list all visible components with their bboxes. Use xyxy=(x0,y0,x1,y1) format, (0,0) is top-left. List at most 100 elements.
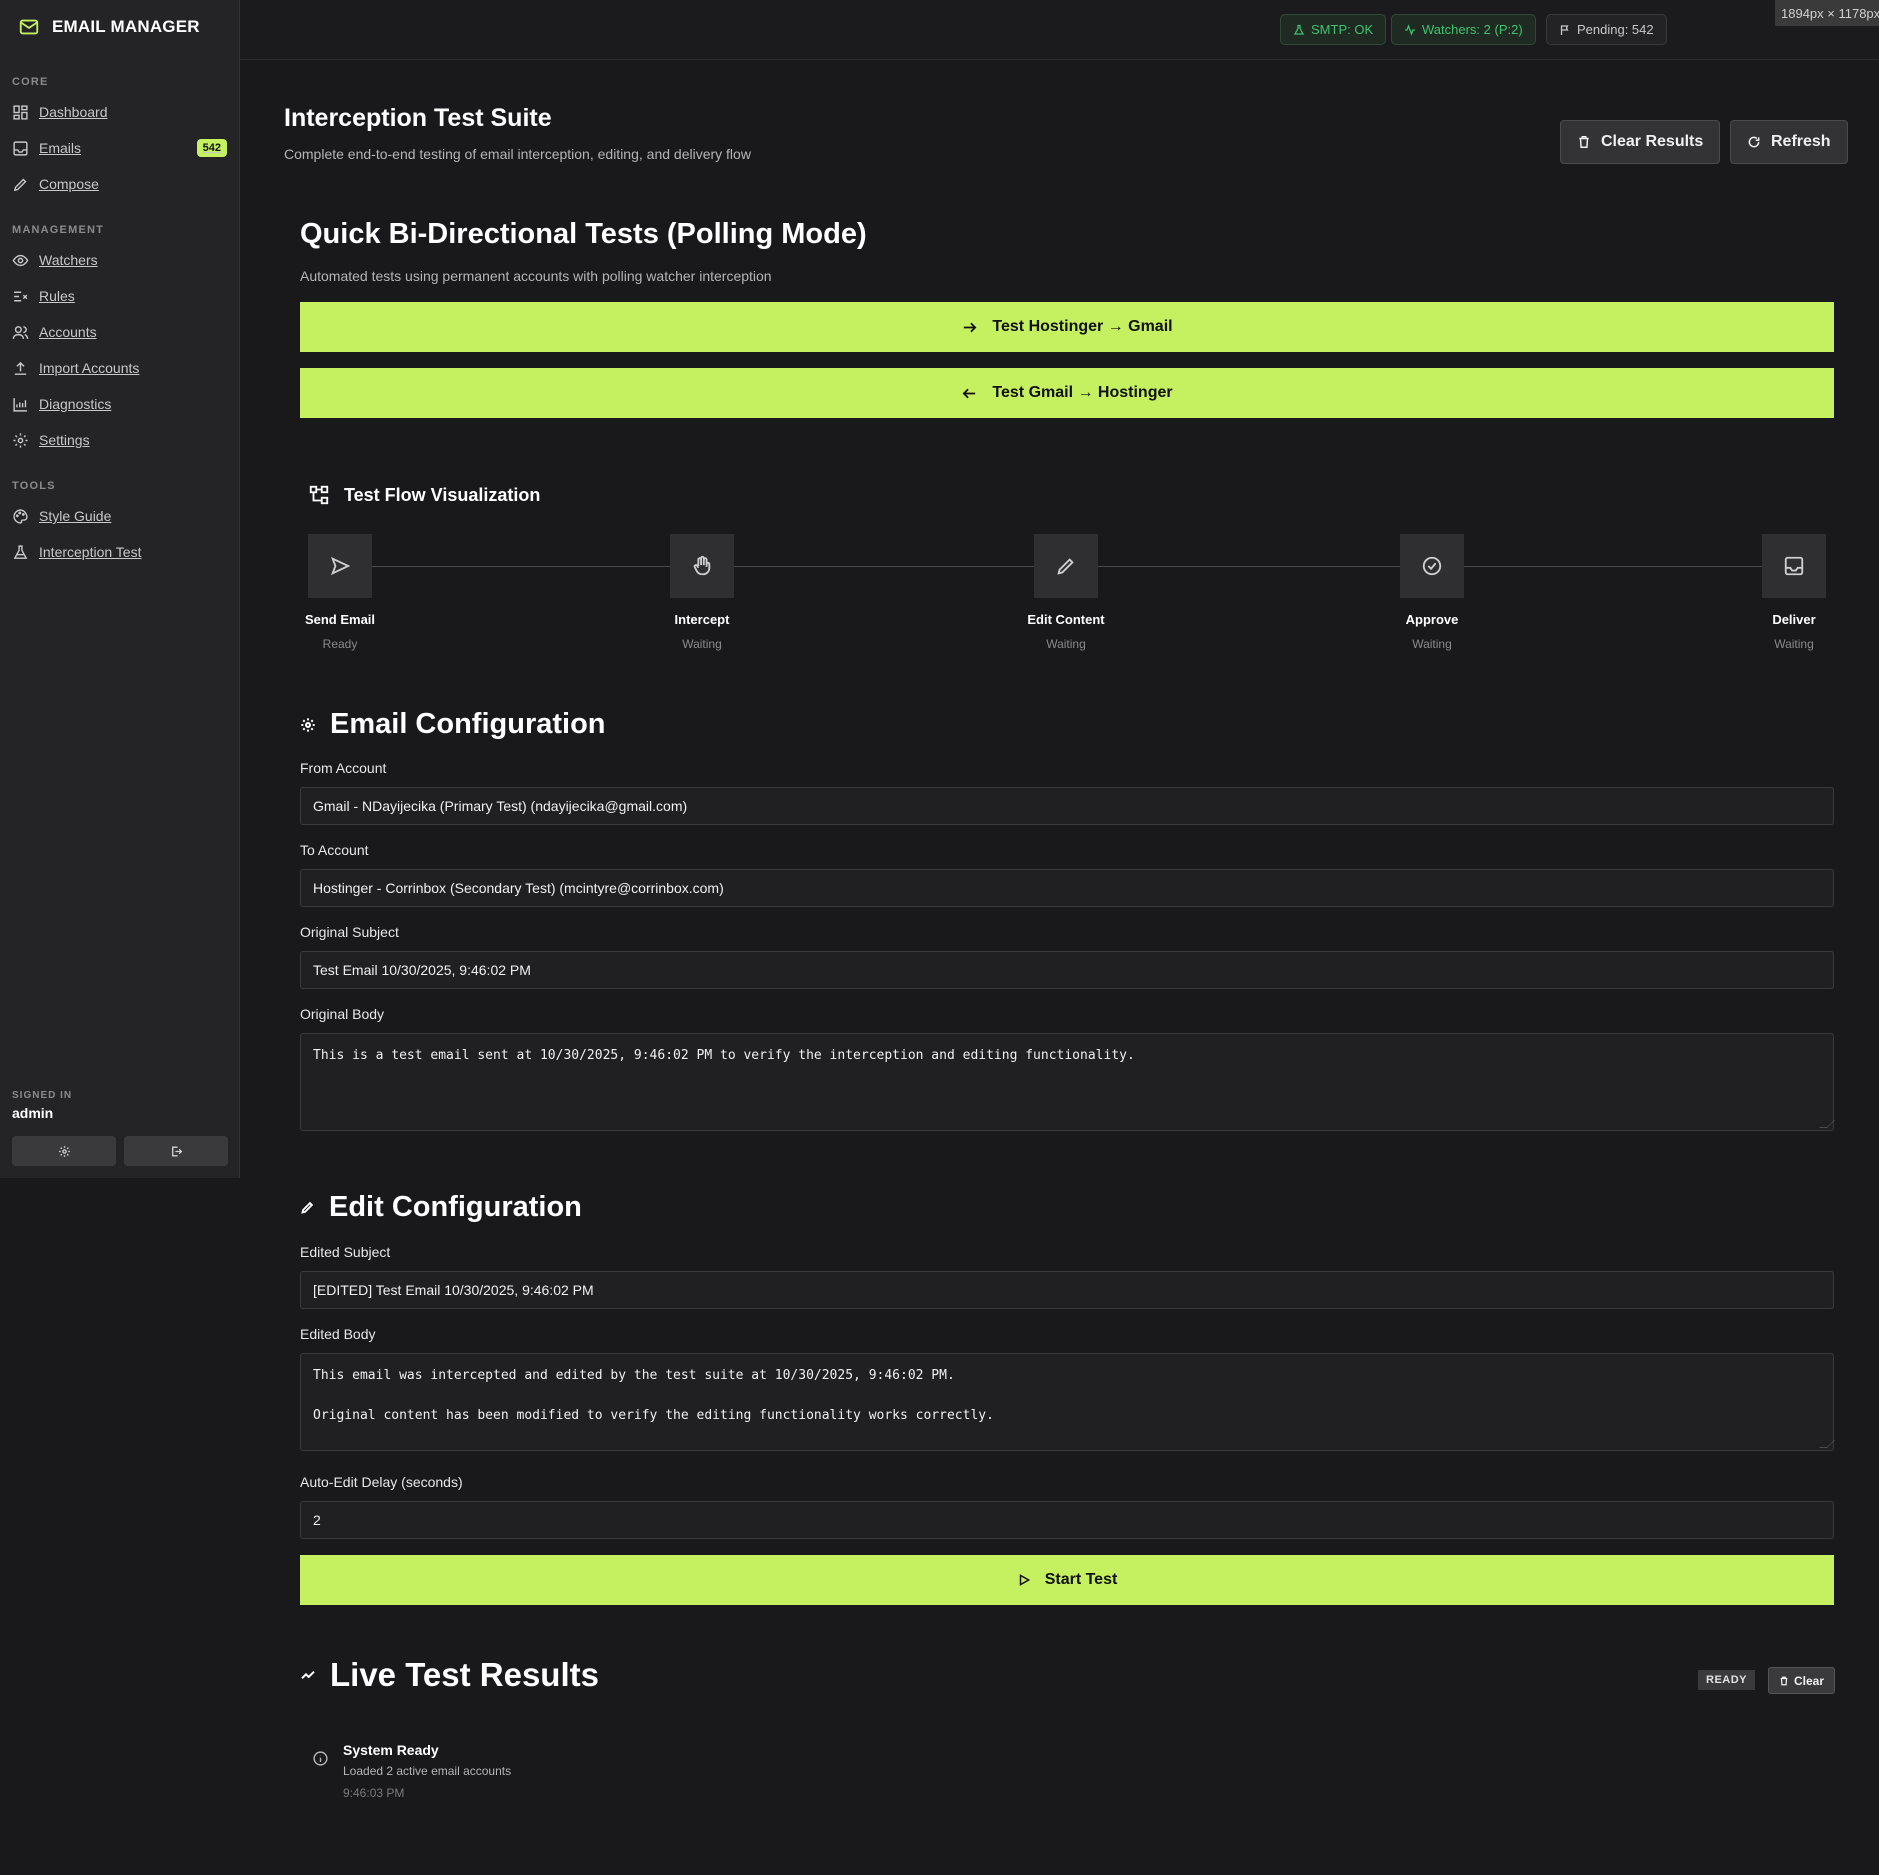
email-config-title: Email Configuration xyxy=(330,708,606,740)
brand[interactable]: EMAIL MANAGER xyxy=(0,0,239,54)
sidebar-item-dashboard[interactable]: Dashboard xyxy=(0,94,239,130)
flask-icon xyxy=(13,544,28,559)
nav-section-management: MANAGEMENT xyxy=(12,224,105,236)
rules-icon xyxy=(14,291,28,301)
sidebar-actions xyxy=(12,1136,228,1166)
sidebar-item-diagnostics[interactable]: Diagnostics xyxy=(0,386,239,422)
nav-section-core: CORE xyxy=(12,76,49,88)
signed-in-block: SIGNED IN admin xyxy=(12,1090,72,1121)
from-account-select[interactable]: Gmail - NDayijecika (Primary Test) (nday… xyxy=(300,787,1834,825)
watchers-status-chip[interactable]: Watchers: 2 (P:2) xyxy=(1391,14,1536,45)
topbar: SMTP: OK Watchers: 2 (P:2) Pending: 542 … xyxy=(240,0,1879,60)
original-subject-label: Original Subject xyxy=(300,924,399,940)
flow-title: Test Flow Visualization xyxy=(344,484,541,505)
sidebar-item-label: Compose xyxy=(39,176,99,192)
test-gmail-to-hostinger-button[interactable]: Test Gmail → Hostinger xyxy=(300,368,1834,418)
signed-in-caption: SIGNED IN xyxy=(12,1090,73,1101)
watchers-status-text: Watchers: 2 (P:2) xyxy=(1422,22,1523,37)
original-body-text: This is a test email sent at 10/30/2025,… xyxy=(313,1048,1135,1063)
to-account-select[interactable]: Hostinger - Corrinbox (Secondary Test) (… xyxy=(300,869,1834,907)
gear-icon xyxy=(301,717,315,732)
flow-step-deliver: Deliver Waiting xyxy=(1739,534,1849,651)
edited-body-textarea[interactable]: This email was intercepted and edited by… xyxy=(300,1353,1835,1451)
check-circle-icon xyxy=(1422,556,1442,576)
result-content: System Ready Loaded 2 active email accou… xyxy=(343,1742,511,1800)
pencil-icon xyxy=(1057,558,1074,575)
from-account-label: From Account xyxy=(300,760,387,776)
flow-title-row: Test Flow Visualization xyxy=(308,484,540,506)
flow-step-name: Send Email xyxy=(304,612,376,627)
edited-body-label: Edited Body xyxy=(300,1326,376,1342)
pending-status-chip[interactable]: Pending: 542 xyxy=(1546,14,1667,45)
flow-step-box xyxy=(1762,534,1826,598)
page-subtitle: Complete end-to-end testing of email int… xyxy=(284,146,751,162)
sidebar-item-label: Watchers xyxy=(39,252,98,268)
sidebar-item-emails[interactable]: Emails 542 xyxy=(0,130,239,166)
page-title: Interception Test Suite xyxy=(284,104,552,132)
flow-step-status: Ready xyxy=(322,637,358,651)
sidebar-item-compose[interactable]: Compose xyxy=(0,166,239,202)
refresh-label: Refresh xyxy=(1771,133,1831,150)
refresh-icon xyxy=(1748,136,1760,148)
start-test-label: Start Test xyxy=(1044,1571,1118,1588)
flow-step-name: Edit Content xyxy=(1027,612,1105,627)
resize-handle[interactable] xyxy=(1819,1120,1835,1128)
sidebar-item-label: Accounts xyxy=(39,324,97,340)
auto-edit-delay-label: Auto-Edit Delay (seconds) xyxy=(300,1474,463,1490)
sidebar-item-style-guide[interactable]: Style Guide xyxy=(0,498,239,534)
refresh-button[interactable]: Refresh xyxy=(1730,120,1848,164)
flow-step-status: Waiting xyxy=(1046,637,1086,651)
logout-button[interactable] xyxy=(124,1136,228,1166)
send-icon xyxy=(331,556,351,576)
flow-connector xyxy=(372,566,670,567)
sidebar-item-accounts[interactable]: Accounts xyxy=(0,314,239,350)
clear-results-button[interactable]: Clear Results xyxy=(1560,120,1721,164)
flag-icon xyxy=(1560,24,1569,35)
resize-handle[interactable] xyxy=(1819,1440,1835,1448)
smtp-status-chip[interactable]: SMTP: OK xyxy=(1280,14,1387,45)
sidebar-item-label: Style Guide xyxy=(39,508,112,524)
clear-log-label: Clear xyxy=(1794,1673,1825,1688)
viewport-size-tag: 1894px × 1178px xyxy=(1775,0,1879,26)
quick-tests-title: Quick Bi-Directional Tests (Polling Mode… xyxy=(300,218,867,250)
sidebar-item-rules[interactable]: Rules xyxy=(0,278,239,314)
flow-step-status: Waiting xyxy=(1412,637,1452,651)
gear-icon xyxy=(58,1145,70,1157)
sidebar-item-label: Dashboard xyxy=(39,104,108,120)
sidebar-item-label: Rules xyxy=(39,288,75,304)
test-hostinger-to-gmail-button[interactable]: Test Hostinger → Gmail xyxy=(300,302,1834,352)
result-item: System Ready Loaded 2 active email accou… xyxy=(312,1742,511,1800)
flow-connector xyxy=(1464,566,1762,567)
start-test-button[interactable]: Start Test xyxy=(300,1555,1834,1605)
flow-connector xyxy=(734,566,1034,567)
flow-step-name: Approve xyxy=(1405,612,1459,627)
emails-count-badge: 542 xyxy=(196,139,227,157)
sidebar-item-settings[interactable]: Settings xyxy=(0,422,239,458)
original-body-textarea[interactable]: This is a test email sent at 10/30/2025,… xyxy=(300,1033,1835,1131)
nav-section-tools: TOOLS xyxy=(12,480,56,492)
flow-step-box xyxy=(670,534,734,598)
results-status-badge: READY xyxy=(1698,1670,1756,1690)
pending-status-text: Pending: 542 xyxy=(1577,22,1654,37)
sidebar-item-watchers[interactable]: Watchers xyxy=(0,242,239,278)
user-settings-button[interactable] xyxy=(12,1136,116,1166)
auto-edit-delay-input[interactable]: 2 xyxy=(300,1501,1834,1539)
logout-icon xyxy=(171,1145,182,1157)
clear-results-label: Clear Results xyxy=(1601,133,1704,150)
result-title: System Ready xyxy=(343,1742,439,1758)
edited-subject-input[interactable]: [EDITED] Test Email 10/30/2025, 9:46:02 … xyxy=(300,1271,1834,1309)
original-subject-input[interactable]: Test Email 10/30/2025, 9:46:02 PM xyxy=(300,951,1834,989)
test-hostinger-to-gmail-label: Test Hostinger → Gmail xyxy=(992,318,1173,335)
flow-step-box xyxy=(308,534,372,598)
flow-step-name: Intercept xyxy=(674,612,730,627)
activity-icon xyxy=(1405,23,1415,36)
email-config-title-row: Email Configuration xyxy=(300,708,606,741)
trash-icon xyxy=(1579,136,1589,148)
clear-log-button[interactable]: Clear xyxy=(1768,1667,1836,1694)
sidebar-item-interception-test[interactable]: Interception Test xyxy=(0,534,239,570)
palette-icon xyxy=(13,508,28,524)
pencil-icon xyxy=(13,178,27,191)
upload-icon xyxy=(14,361,27,375)
sidebar-item-import-accounts[interactable]: Import Accounts xyxy=(0,350,239,386)
smtp-status-text: SMTP: OK xyxy=(1311,22,1374,37)
